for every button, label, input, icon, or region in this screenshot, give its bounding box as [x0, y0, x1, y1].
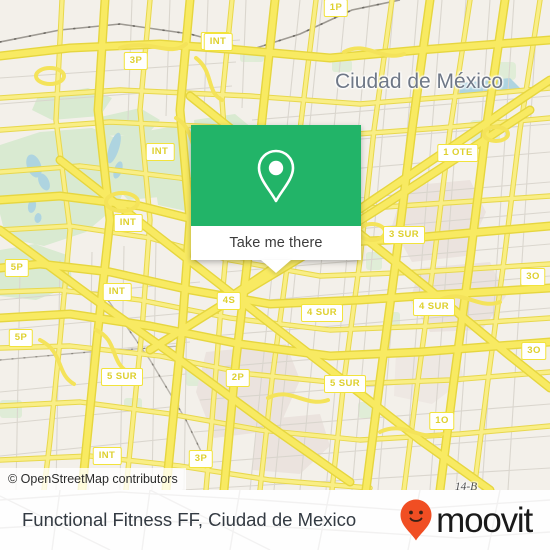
- footer-bar: Functional Fitness FF, Ciudad de Mexico …: [0, 490, 550, 550]
- road-shield: 3P: [188, 450, 214, 468]
- road-shield: 3P: [123, 52, 149, 70]
- map-street-label: 14-B: [454, 481, 478, 490]
- road-shield: INT: [113, 214, 143, 232]
- road-shield: 3O: [520, 268, 546, 286]
- take-me-there-label: Take me there: [229, 235, 323, 251]
- road-shield: 3O: [521, 342, 547, 360]
- popup-pointer-tail: [261, 260, 291, 273]
- road-shield: 4 SUR: [413, 298, 455, 316]
- location-popup-card[interactable]: Take me there: [191, 125, 361, 273]
- road-shield: INT: [102, 283, 132, 301]
- moovit-smiley-pin-icon: [400, 499, 432, 541]
- road-shield: 5 SUR: [101, 368, 143, 386]
- road-shield: 3 SUR: [383, 226, 425, 244]
- road-shield: INT: [145, 143, 175, 161]
- popup-header: [191, 125, 361, 226]
- road-shield: 4S: [216, 292, 242, 310]
- location-title: Functional Fitness FF, Ciudad de Mexico: [22, 509, 357, 530]
- road-shield: 1O: [429, 412, 455, 430]
- road-shield: 5P: [8, 329, 34, 347]
- moovit-location-card: Ciudad de México 14-B 1P INT 3P INT INT 1 OTE…: [0, 0, 550, 550]
- road-shield: 5P: [4, 259, 30, 277]
- osm-attribution[interactable]: © OpenStreetMap contributors: [0, 468, 186, 490]
- road-shield: INT: [203, 33, 233, 51]
- road-shield: 1 OTE: [437, 144, 479, 162]
- map-city-label: Ciudad de México: [334, 70, 504, 93]
- road-shield: INT: [92, 447, 122, 465]
- moovit-wordmark: moovit: [436, 500, 533, 540]
- road-shield: 1P: [323, 0, 349, 17]
- road-shield: 4 SUR: [301, 304, 343, 322]
- popup-action-bar[interactable]: Take me there: [191, 226, 361, 260]
- road-shield: 5 SUR: [324, 375, 366, 393]
- moovit-logo[interactable]: moovit: [399, 498, 533, 542]
- road-shield: 2P: [225, 369, 251, 387]
- map-pin-icon: [257, 149, 295, 202]
